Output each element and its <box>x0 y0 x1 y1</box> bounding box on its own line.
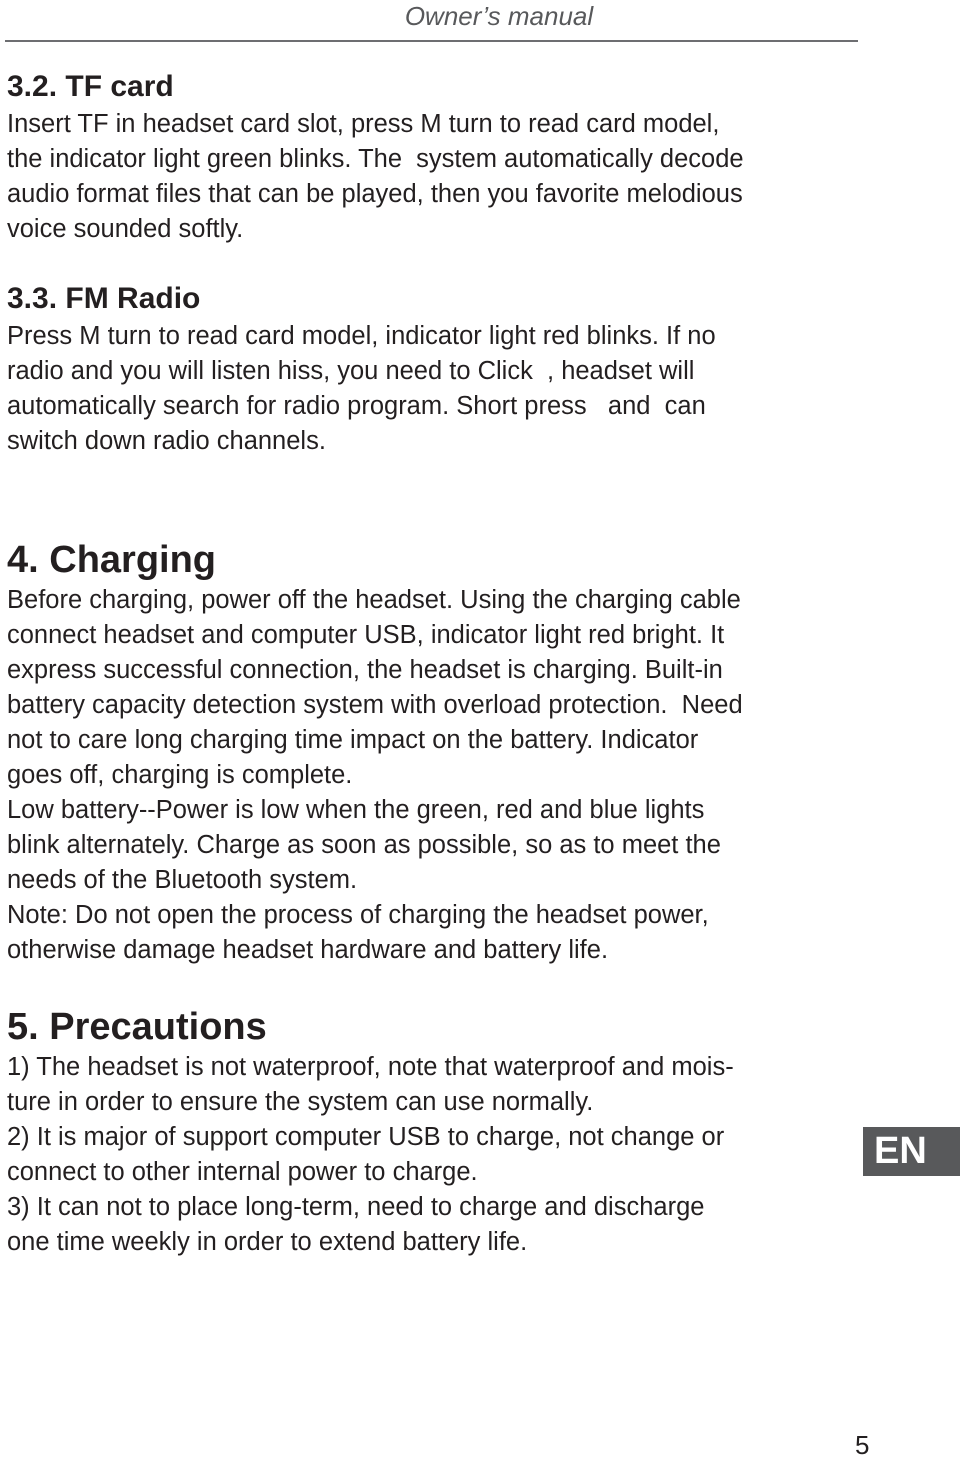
paragraph-line: audio format files that can be played, t… <box>7 180 743 208</box>
section-heading-charging: 4. Charging <box>7 539 217 581</box>
page-number: 5 <box>855 1430 870 1460</box>
paragraph-line: voice sounded softly. <box>7 215 244 243</box>
paragraph-line: express successful connection, the heads… <box>7 656 723 684</box>
header-divider <box>5 40 858 42</box>
paragraph-line: switch down radio channels. <box>7 427 326 455</box>
paragraph-line: Before charging, power off the headset. … <box>7 586 741 614</box>
paragraph-line: Press M turn to read card model, indicat… <box>7 322 716 350</box>
paragraph-line: automatically search for radio program. … <box>7 392 706 420</box>
list-item: one time weekly in order to extend batte… <box>7 1228 528 1256</box>
section-heading-precautions: 5. Precautions <box>7 1006 267 1048</box>
paragraph-line: not to care long charging time impact on… <box>7 726 699 754</box>
paragraph-line: Low battery--Power is low when the green… <box>7 796 705 824</box>
list-item: 2) It is major of support computer USB t… <box>7 1123 725 1151</box>
paragraph-line: the indicator light green blinks. The sy… <box>7 145 744 173</box>
paragraph-line: otherwise damage headset hardware and ba… <box>7 936 609 964</box>
paragraph-line: connect headset and computer USB, indica… <box>7 621 725 649</box>
paragraph-line: needs of the Bluetooth system. <box>7 866 358 894</box>
list-item: ture in order to ensure the system can u… <box>7 1088 594 1116</box>
paragraph-line: radio and you will listen hiss, you need… <box>7 357 695 385</box>
section-heading-tf-card: 3.2. TF card <box>7 70 174 103</box>
section-precautions: 5. Precautions 1) The headset is not wat… <box>7 1004 857 1260</box>
language-tab-en: EN <box>863 1127 960 1176</box>
section-heading-fm-radio: 3.3. FM Radio <box>7 282 201 315</box>
section-charging: 4. Charging Before charging, power off t… <box>7 537 857 968</box>
running-header-title: Owner’s manual <box>404 1 594 31</box>
paragraph-line: Note: Do not open the process of chargin… <box>7 901 709 929</box>
paragraph-line: Insert TF in headset card slot, press M … <box>7 110 720 138</box>
paragraph-line: blink alternately. Charge as soon as pos… <box>7 831 721 859</box>
list-item: connect to other internal power to charg… <box>7 1158 478 1186</box>
paragraph-line: goes off, charging is complete. <box>7 761 353 789</box>
list-item: 1) The headset is not waterproof, note t… <box>7 1053 734 1081</box>
paragraph-line: battery capacity detection system with o… <box>7 691 743 719</box>
page-content: 3.2. TF card Insert TF in headset card s… <box>7 67 857 1256</box>
section-tf-card: 3.2. TF card Insert TF in headset card s… <box>7 67 857 247</box>
list-item: 3) It can not to place long-term, need t… <box>7 1193 705 1221</box>
section-fm-radio: 3.3. FM Radio Press M turn to read card … <box>7 279 857 459</box>
